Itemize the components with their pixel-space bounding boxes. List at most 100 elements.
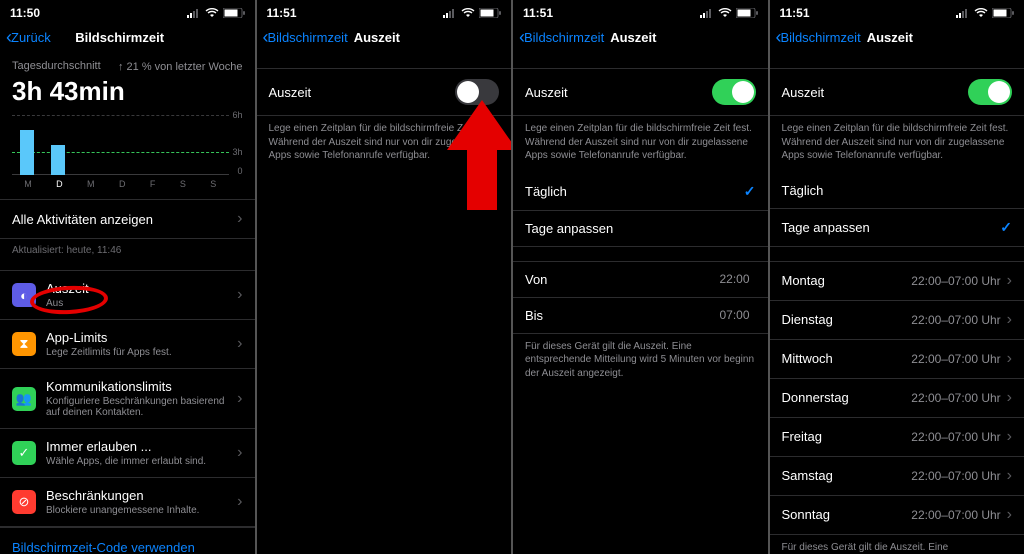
row-day-fri[interactable]: Freitag 22:00–07:00 Uhr › [770, 418, 1024, 457]
row-daily[interactable]: Täglich [770, 173, 1024, 209]
chevron-right-icon: › [1007, 467, 1012, 485]
nav-bar: ‹Bildschirmzeit Auszeit [257, 22, 512, 54]
avg-label: Tagesdurchschnitt [12, 60, 101, 74]
nav-title: Auszeit [348, 30, 505, 45]
bar-tue [51, 145, 65, 175]
battery-icon [479, 8, 501, 18]
downtime-toggle[interactable] [968, 79, 1012, 105]
status-bar: 11:51 [513, 0, 768, 22]
row-always-allow[interactable]: ✓ Immer erlauben ... Wähle Apps, die imm… [0, 429, 255, 478]
check-icon: ✓ [1000, 219, 1012, 236]
nav-title: Auszeit [861, 30, 1018, 45]
screen-downtime-daily: 11:51 ‹Bildschirmzeit Auszeit Auszeit Le… [511, 0, 768, 554]
daily-average-card: Tagesdurchschnitt ↑ 21 % von letzter Woc… [0, 54, 255, 200]
cellular-icon [956, 8, 970, 18]
row-communication-limits[interactable]: 👥 Kommunikationslimits Konfiguriere Besc… [0, 369, 255, 429]
back-button[interactable]: ‹Bildschirmzeit [776, 28, 861, 46]
chevron-right-icon: › [1007, 311, 1012, 329]
chevron-right-icon: › [237, 210, 242, 228]
row-day-sun[interactable]: Sonntag 22:00–07:00 Uhr › [770, 496, 1024, 535]
wifi-icon [205, 8, 219, 18]
row-day-wed[interactable]: Mittwoch 22:00–07:00 Uhr › [770, 340, 1024, 379]
screen-screentime-overview: 11:50 ‹Zurück Bildschirmzeit Tagesdurchs… [0, 0, 255, 554]
avg-value: 3h 43min [12, 76, 243, 107]
hourglass-icon: ⧗ [12, 332, 36, 356]
row-all-activities[interactable]: Alle Aktivitäten anzeigen › [0, 200, 255, 239]
check-icon: ✓ [12, 441, 36, 465]
status-bar: 11:51 [770, 0, 1024, 22]
cellular-icon [700, 8, 714, 18]
row-daily[interactable]: Täglich ✓ [513, 173, 768, 211]
chevron-right-icon: › [237, 390, 242, 408]
chevron-right-icon: › [1007, 272, 1012, 290]
downtime-toggle[interactable] [712, 79, 756, 105]
chevron-right-icon: › [1007, 506, 1012, 524]
status-bar: 11:50 [0, 0, 255, 22]
downtime-footer: Für dieses Gerät gilt die Auszeit. Eine … [513, 334, 768, 391]
day-axis: M D M D F S S [12, 179, 229, 189]
back-button[interactable]: ‹Bildschirmzeit [263, 28, 348, 46]
row-customize-days[interactable]: Tage anpassen [513, 211, 768, 247]
battery-icon [736, 8, 758, 18]
chevron-right-icon: › [237, 444, 242, 462]
delta-label: ↑ 21 % von letzter Woche [118, 60, 243, 74]
battery-icon [992, 8, 1014, 18]
row-downtime-toggle: Auszeit [770, 68, 1024, 116]
row-day-mon[interactable]: Montag 22:00–07:00 Uhr › [770, 261, 1024, 301]
wifi-icon [461, 8, 475, 18]
clock: 11:51 [780, 6, 810, 20]
row-to[interactable]: Bis 07:00 [513, 298, 768, 334]
cellular-icon [187, 8, 201, 18]
chevron-right-icon: › [1007, 350, 1012, 368]
downtime-icon: ◐ [12, 283, 36, 307]
people-icon: 👥 [12, 387, 36, 411]
battery-icon [223, 8, 245, 18]
nav-title: Auszeit [604, 30, 761, 45]
wifi-icon [974, 8, 988, 18]
clock: 11:51 [267, 6, 297, 20]
nav-bar: ‹Bildschirmzeit Auszeit [770, 22, 1024, 54]
status-bar: 11:51 [257, 0, 512, 22]
row-downtime[interactable]: ◐ Auszeit Aus › [0, 270, 255, 320]
downtime-toggle[interactable] [455, 79, 499, 105]
row-day-tue[interactable]: Dienstag 22:00–07:00 Uhr › [770, 301, 1024, 340]
downtime-footer: Für dieses Gerät gilt die Auszeit. Eine … [770, 535, 1024, 554]
row-day-sat[interactable]: Samstag 22:00–07:00 Uhr › [770, 457, 1024, 496]
status-icons [443, 8, 501, 18]
link-use-passcode[interactable]: Bildschirmzeit-Code verwenden [0, 527, 255, 554]
clock: 11:51 [523, 6, 553, 20]
chevron-right-icon: › [237, 286, 242, 304]
block-icon: ⊘ [12, 490, 36, 514]
updated-label: Aktualisiert: heute, 11:46 [0, 239, 255, 256]
status-icons [187, 8, 245, 18]
row-restrictions[interactable]: ⊘ Beschränkungen Blockiere unangemessene… [0, 478, 255, 527]
nav-bar: ‹Zurück Bildschirmzeit [0, 22, 255, 54]
check-icon: ✓ [744, 183, 756, 200]
clock: 11:50 [10, 6, 40, 20]
back-button[interactable]: ‹Zurück [6, 28, 51, 46]
row-downtime-toggle: Auszeit [257, 68, 512, 116]
to-value: 07:00 [719, 308, 749, 322]
back-button[interactable]: ‹Bildschirmzeit [519, 28, 604, 46]
bar-mon [20, 130, 34, 175]
from-value: 22:00 [719, 272, 749, 286]
downtime-desc: Lege einen Zeitplan für die bildschirmfr… [770, 116, 1024, 173]
status-icons [956, 8, 1014, 18]
weekly-chart: 6h 3h 0 M D M D F S S [12, 115, 243, 189]
nav-bar: ‹Bildschirmzeit Auszeit [513, 22, 768, 54]
row-day-thu[interactable]: Donnerstag 22:00–07:00 Uhr › [770, 379, 1024, 418]
chevron-right-icon: › [1007, 389, 1012, 407]
downtime-desc: Lege einen Zeitplan für die bildschirmfr… [257, 116, 512, 173]
wifi-icon [718, 8, 732, 18]
nav-title: Bildschirmzeit [51, 30, 189, 45]
screen-downtime-perday: 11:51 ‹Bildschirmzeit Auszeit Auszeit Le… [768, 0, 1024, 554]
row-from[interactable]: Von 22:00 [513, 261, 768, 298]
cellular-icon [443, 8, 457, 18]
row-app-limits[interactable]: ⧗ App-Limits Lege Zeitlimits für Apps fe… [0, 320, 255, 369]
chevron-right-icon: › [237, 493, 242, 511]
row-downtime-toggle: Auszeit [513, 68, 768, 116]
row-customize-days[interactable]: Tage anpassen ✓ [770, 209, 1024, 247]
screen-downtime-off: 11:51 ‹Bildschirmzeit Auszeit Auszeit Le… [255, 0, 512, 554]
status-icons [700, 8, 758, 18]
chevron-right-icon: › [1007, 428, 1012, 446]
